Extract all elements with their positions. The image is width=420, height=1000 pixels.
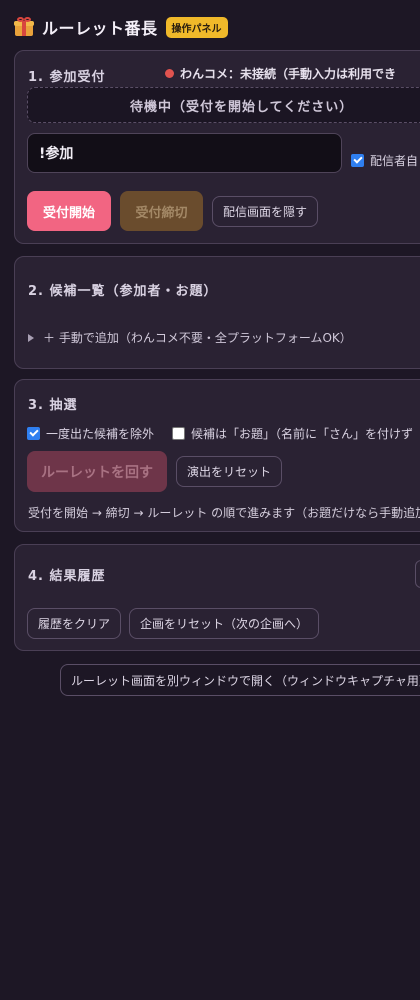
waiting-banner: 待機中（受付を開始してください） (27, 87, 420, 123)
auto-checkbox[interactable] (351, 154, 364, 167)
topic-label: 候補は「お題」（名前に「さん」を付けず (191, 427, 414, 441)
exclude-checkbox[interactable] (27, 427, 40, 440)
app-title: ルーレット番長 (42, 19, 158, 38)
spin-roulette-button[interactable]: ルーレットを回す (27, 451, 167, 492)
connection-status-text: わんコメ：未接続（手動入力は利用でき (180, 67, 397, 81)
clear-history-button[interactable]: 履歴をクリア (27, 608, 121, 639)
section-candidates-title: 2. 候補一覧（参加者・お題） (28, 284, 218, 299)
history-control-box[interactable] (415, 560, 420, 588)
auto-label: 配信者自 (370, 154, 419, 168)
reset-project-button[interactable]: 企画をリセット（次の企画へ） (129, 608, 319, 639)
reset-effect-button[interactable]: 演出をリセット (176, 456, 282, 487)
app-header: ルーレット番長 操作パネル (14, 14, 228, 40)
status-dot-icon (165, 69, 174, 78)
section-history: 4. 結果履歴 履歴をクリア 企画をリセット（次の企画へ） (14, 544, 420, 651)
section-entry-title: 1. 参加受付 (28, 70, 106, 85)
gift-icon (14, 17, 34, 37)
section-draw-title: 3. 抽選 (28, 398, 78, 413)
auto-option[interactable]: 配信者自 (351, 152, 418, 169)
section-entry: 1. 参加受付 わんコメ：未接続（手動入力は利用でき 待機中（受付を開始してくだ… (14, 50, 420, 244)
flow-hint: 受付を開始 → 締切 → ルーレット の順で進みます（お題だけなら手動追加 (28, 506, 420, 520)
hide-stream-button[interactable]: 配信画面を隠す (212, 196, 318, 227)
connection-status: わんコメ：未接続（手動入力は利用でき (165, 65, 396, 82)
topic-option[interactable]: 候補は「お題」（名前に「さん」を付けず (172, 425, 413, 442)
section-history-title: 4. 結果履歴 (28, 569, 106, 584)
app-root: ルーレット番長 操作パネル 1. 参加受付 わんコメ：未接続（手動入力は利用でき… (0, 0, 420, 1000)
manual-add-label: ＋ 手動で追加（わんコメ不要・全プラットフォームOK） (43, 331, 352, 345)
keyword-input[interactable] (27, 133, 342, 173)
panel-badge: 操作パネル (165, 16, 228, 38)
manual-add-toggle[interactable]: ＋ 手動で追加（わんコメ不要・全プラットフォームOK） (28, 329, 352, 346)
section-candidates: 2. 候補一覧（参加者・お題） ＋ 手動で追加（わんコメ不要・全プラットフォーム… (14, 256, 420, 369)
close-entry-button[interactable]: 受付締切 (120, 191, 203, 231)
exclude-option[interactable]: 一度出た候補を除外 (27, 425, 154, 442)
section-draw: 3. 抽選 一度出た候補を除外 候補は「お題」（名前に「さん」を付けず ルーレッ… (14, 379, 420, 532)
exclude-label: 一度出た候補を除外 (46, 427, 155, 441)
triangle-right-icon (28, 333, 34, 342)
topic-checkbox[interactable] (172, 427, 185, 440)
open-window-button[interactable]: ルーレット画面を別ウィンドウで開く（ウィンドウキャプチャ用） (60, 664, 420, 696)
start-entry-button[interactable]: 受付開始 (27, 191, 111, 231)
